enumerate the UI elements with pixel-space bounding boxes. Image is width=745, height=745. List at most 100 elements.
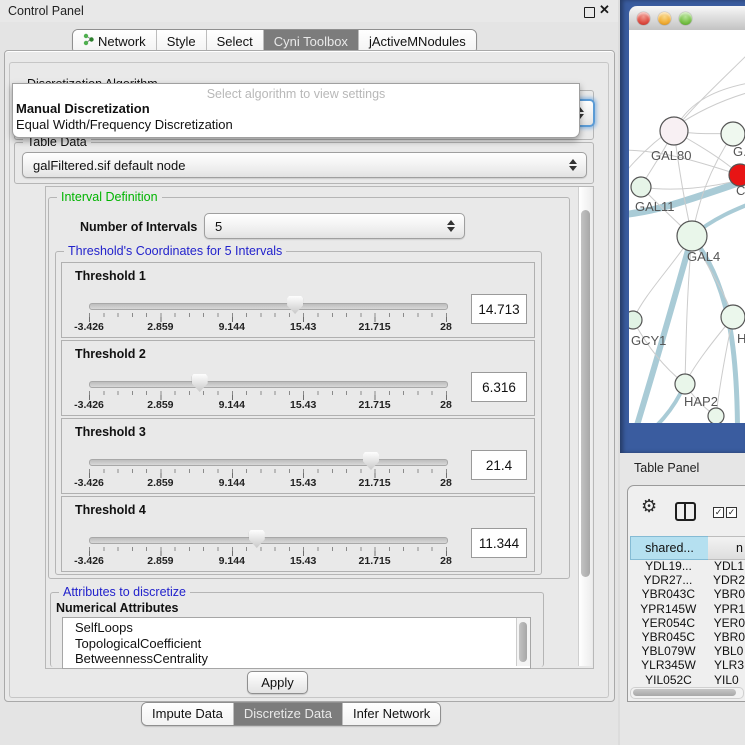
network-node[interactable] <box>675 374 695 394</box>
cell-name: YLR3 <box>707 658 744 672</box>
menu-item-manual-discretization[interactable]: Manual Discretization <box>16 101 150 116</box>
tab-infer-network[interactable]: Infer Network <box>342 703 440 725</box>
slider-scale-label: 21.715 <box>359 399 391 411</box>
slider-scale-label: -3.426 <box>74 477 104 489</box>
float-window-icon[interactable] <box>584 7 595 18</box>
threshold-label: Threshold 1 <box>75 269 146 283</box>
slider-handle[interactable] <box>192 374 208 392</box>
slider-scale-label: 28 <box>440 399 452 411</box>
zoom-traffic-light-icon[interactable] <box>679 12 692 25</box>
columns-icon[interactable] <box>675 502 696 521</box>
table-row[interactable]: YBR043CYBR0 <box>630 587 745 601</box>
cell-name: YBR0 <box>707 587 745 601</box>
cell-shared-name: YBL079W <box>630 644 707 658</box>
table-row[interactable]: YPR145WYPR1 <box>630 602 745 616</box>
network-icon <box>83 33 94 49</box>
combo-arrows-icon <box>444 220 458 232</box>
checkbox-icon[interactable]: ✓ <box>713 507 724 518</box>
column-header-name[interactable]: n <box>708 536 745 560</box>
network-node[interactable] <box>629 311 642 329</box>
gear-icon[interactable]: ⚙ <box>641 496 657 517</box>
table-row[interactable]: YER054CYER0 <box>630 616 745 630</box>
slider-track[interactable] <box>89 459 448 466</box>
node-label: GAL4 <box>687 249 720 264</box>
column-header-shared-name[interactable]: shared... <box>630 536 709 560</box>
slider-handle[interactable] <box>363 452 379 470</box>
checkbox-icon[interactable]: ✓ <box>726 507 737 518</box>
slider-scale-label: 15.43 <box>290 555 316 567</box>
node-label: GAL11 <box>635 199 675 214</box>
slider-scale-label: -3.426 <box>74 399 104 411</box>
slider-minor-ticks <box>89 547 448 551</box>
attributes-scrollbar[interactable] <box>516 618 530 666</box>
cell-name: YDR2 <box>706 573 745 587</box>
table-row[interactable]: YDR27...YDR2 <box>630 573 745 587</box>
threshold-value-field[interactable]: 21.4 <box>471 450 527 480</box>
slider-scale-label: 9.144 <box>219 555 245 567</box>
network-canvas[interactable]: GAL80G.CGAL11GAL4HGCY1HAP2 <box>629 30 745 423</box>
attribute-list-item[interactable]: BetweennessCentrality <box>63 651 517 666</box>
node-label: GAL80 <box>651 148 691 163</box>
attribute-list-item[interactable]: TopologicalCoefficient <box>63 636 517 652</box>
slider-scale-label: 2.859 <box>147 321 173 333</box>
network-node[interactable] <box>631 177 651 197</box>
network-node[interactable] <box>721 305 745 329</box>
threshold-panel: Threshold 321.4-3.4262.8599.14415.4321.7… <box>61 418 535 494</box>
close-traffic-light-icon[interactable] <box>637 12 650 25</box>
threshold-panel: Threshold 114.713-3.4262.8599.14415.4321… <box>61 262 535 338</box>
minimize-traffic-light-icon[interactable] <box>658 12 671 25</box>
scrollbar-thumb[interactable] <box>581 210 590 577</box>
table-row[interactable]: YBL079WYBL0 <box>630 644 745 658</box>
cell-name: YDL1 <box>707 559 744 573</box>
tab-impute-data[interactable]: Impute Data <box>142 703 233 725</box>
apply-button[interactable]: Apply <box>247 671 308 694</box>
vertical-scrollbar[interactable] <box>578 187 592 666</box>
slider-minor-ticks <box>89 313 448 317</box>
cell-shared-name: YBR043C <box>630 587 707 601</box>
node-label: GCY1 <box>631 333 666 348</box>
menu-item-equal-width-frequency[interactable]: Equal Width/Frequency Discretization <box>16 117 233 132</box>
threshold-value-field[interactable]: 14.713 <box>471 294 527 324</box>
network-node[interactable] <box>721 122 745 146</box>
cell-shared-name: YIL052C <box>630 673 707 686</box>
horizontal-scrollbar[interactable] <box>630 687 744 699</box>
scrollbar-thumb[interactable] <box>519 622 527 662</box>
attribute-list-item[interactable]: SelfLoops <box>63 620 517 636</box>
slider-scale-label: 9.144 <box>219 399 245 411</box>
slider-scale-label: 28 <box>440 555 452 567</box>
cell-shared-name: YDR27... <box>630 573 706 587</box>
slider-scale-label: -3.426 <box>74 555 104 567</box>
threshold-value-field[interactable]: 6.316 <box>471 372 527 402</box>
tab-label: jActiveMNodules <box>369 34 466 49</box>
table-row[interactable]: YDL19...YDL1 <box>630 559 745 573</box>
threshold-label: Threshold 4 <box>75 503 146 517</box>
table-row[interactable]: YLR345WYLR3 <box>630 658 745 672</box>
node-label: C <box>736 183 745 198</box>
threshold-value-field[interactable]: 11.344 <box>471 528 527 558</box>
algorithm-dropdown-popup: Select algorithm to view settings Manual… <box>12 83 580 138</box>
table-row[interactable]: YBR045CYBR0 <box>630 630 745 644</box>
slider-scale-label: 15.43 <box>290 399 316 411</box>
network-node[interactable] <box>708 408 724 423</box>
network-window-titlebar[interactable] <box>629 6 745 31</box>
tab-label: Cyni Toolbox <box>274 34 348 49</box>
slider-handle[interactable] <box>249 530 265 548</box>
slider-track[interactable] <box>89 381 448 388</box>
tab-discretize-data[interactable]: Discretize Data <box>233 703 342 725</box>
tab-label: Discretize Data <box>244 706 332 721</box>
network-node[interactable] <box>677 221 707 251</box>
threshold-label: Threshold 3 <box>75 425 146 439</box>
slider-scale-label: 15.43 <box>290 477 316 489</box>
table-data-value: galFiltered.sif default node <box>23 158 566 173</box>
slider-handle[interactable] <box>287 296 303 314</box>
scrollbar-thumb[interactable] <box>633 689 736 696</box>
number-of-intervals-value: 5 <box>205 219 444 234</box>
slider-track[interactable] <box>89 303 448 310</box>
slider-track[interactable] <box>89 537 448 544</box>
number-of-intervals-combobox[interactable]: 5 <box>204 213 465 239</box>
tab-label: Select <box>217 34 253 49</box>
close-icon[interactable]: ✕ <box>599 2 610 18</box>
table-row[interactable]: YIL052CYIL0 <box>630 673 745 686</box>
network-node[interactable] <box>660 117 688 145</box>
table-data-combobox[interactable]: galFiltered.sif default node <box>22 152 587 178</box>
